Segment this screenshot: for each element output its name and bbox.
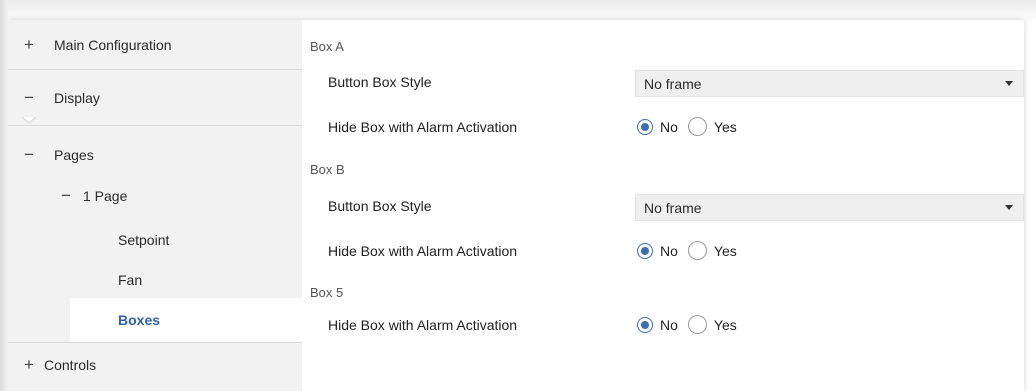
hide-box-alarm-label: Hide Box with Alarm Activation (328, 243, 518, 259)
section-title-box-a: Box A (310, 39, 344, 54)
sidebar-item-label: Main Configuration (54, 36, 172, 53)
box-5-hide-box-radio-group: No Yes (637, 315, 747, 334)
radio-unselected-icon[interactable] (687, 241, 707, 260)
sidebar-item-label: Display (54, 90, 100, 106)
radio-no[interactable]: No (637, 242, 678, 259)
radio-unselected-icon[interactable] (687, 315, 707, 334)
sidebar-item-label: Controls (44, 357, 97, 373)
expand-plus-icon[interactable]: + (22, 35, 36, 55)
dropdown-caret-icon (1005, 81, 1013, 86)
screenshot-frame: + Main Configuration − Display − Pages −… (0, 0, 1036, 391)
radio-selected-icon[interactable] (637, 316, 653, 333)
collapse-minus-icon[interactable]: − (22, 88, 36, 108)
radio-selected-icon[interactable] (637, 118, 653, 135)
sidebar-item-label: Setpoint (118, 232, 170, 248)
radio-label: Yes (713, 118, 737, 135)
tree-branch-notch-icon (22, 116, 36, 124)
sidebar-item-controls[interactable]: + Controls (8, 342, 302, 388)
radio-yes[interactable]: Yes (687, 241, 737, 260)
sidebar-item-1-page[interactable]: − 1 Page (8, 171, 302, 221)
parameters-panel: Box A Button Box Style No frame Hide Box… (302, 20, 1024, 391)
dropdown-value: No frame (644, 199, 702, 216)
sidebar-item-label: Boxes (118, 312, 161, 328)
radio-no[interactable]: No (637, 118, 678, 135)
sidebar-item-boxes[interactable]: Boxes (70, 298, 304, 342)
sidebar-item-label: 1 Page (83, 188, 128, 204)
collapse-minus-icon[interactable]: − (59, 186, 73, 206)
expand-plus-icon[interactable]: + (22, 355, 36, 375)
hide-box-alarm-label: Hide Box with Alarm Activation (328, 317, 518, 333)
sidebar-item-label: Fan (118, 272, 143, 288)
sidebar-item-label: Pages (54, 147, 94, 163)
divider (8, 125, 302, 126)
section-title-box-b: Box B (310, 162, 345, 177)
radio-label: No (660, 118, 678, 135)
dropdown-caret-icon (1005, 205, 1013, 210)
box-a-hide-box-radio-group: No Yes (637, 117, 747, 136)
hide-box-alarm-label: Hide Box with Alarm Activation (328, 119, 518, 135)
radio-no[interactable]: No (637, 316, 678, 333)
radio-label: Yes (713, 242, 737, 259)
radio-label: Yes (713, 316, 737, 333)
button-box-style-label: Button Box Style (328, 198, 432, 214)
radio-unselected-icon[interactable] (687, 117, 707, 136)
sidebar-item-display[interactable]: − Display (8, 73, 302, 123)
sidebar-tree: + Main Configuration − Display − Pages −… (8, 20, 304, 391)
radio-yes[interactable]: Yes (687, 117, 737, 136)
radio-label: No (660, 316, 678, 333)
box-b-hide-box-radio-group: No Yes (637, 241, 747, 260)
button-box-style-label: Button Box Style (328, 74, 432, 90)
section-title-box-5: Box 5 (310, 285, 344, 300)
radio-selected-icon[interactable] (637, 242, 653, 259)
radio-label: No (660, 242, 678, 259)
box-b-button-box-style-dropdown[interactable]: No frame (635, 194, 1024, 221)
parameter-window: + Main Configuration − Display − Pages −… (8, 20, 1024, 391)
box-a-button-box-style-dropdown[interactable]: No frame (635, 70, 1024, 97)
collapse-minus-icon[interactable]: − (22, 145, 36, 165)
sidebar-item-main-configuration[interactable]: + Main Configuration (8, 20, 302, 70)
radio-yes[interactable]: Yes (687, 315, 737, 334)
dropdown-value: No frame (644, 75, 702, 92)
